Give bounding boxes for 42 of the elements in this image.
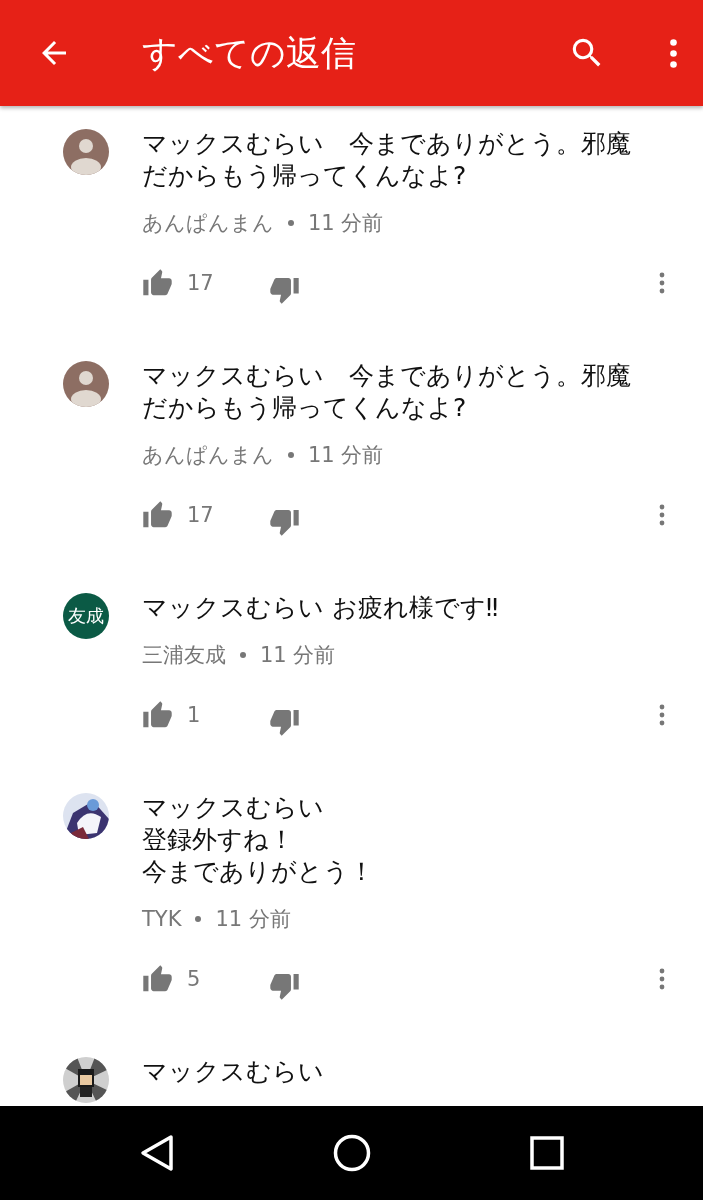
recents-button[interactable] [529,1136,564,1170]
like-count: 17 [187,271,215,295]
author-name[interactable]: あんぱんまん [142,441,274,469]
comment-text: マックスむらい [142,1056,325,1088]
author-name[interactable]: 三浦友成 [142,641,226,669]
comment-menu-button[interactable] [658,503,666,527]
comment-text: 登録外すね！ [142,824,295,856]
timestamp: 11 分前 [215,906,291,933]
more-icon [668,36,679,70]
comment-text: マックスむらい 今までありがとう。邪魔 [142,360,632,392]
app-bar-title: すべての返信 [142,31,357,75]
separator-dot [288,220,294,226]
separator-dot [195,916,202,922]
comment-text: マックスむらい [142,792,325,824]
like-count: 17 [187,503,215,527]
author-name[interactable]: TYK [142,907,182,931]
back-nav-button[interactable] [139,1134,176,1172]
comment-text: だからもう帰ってくんなよ? [142,392,468,424]
comment-text: 今までありがとう！ [142,856,375,888]
comment-text: マックスむらい 今までありがとう。邪魔 [142,128,632,160]
comment-text: だからもう帰ってくんなよ? [142,160,468,192]
comment-text: マックスむらい お疲れ様です‼ [142,592,500,624]
more-icon [658,271,666,295]
comment-menu-button[interactable] [658,271,666,295]
timestamp: 11 分前 [260,642,336,669]
timestamp: 11 分前 [308,210,384,237]
avatar[interactable] [63,361,109,407]
like-count: 5 [187,967,202,991]
home-button[interactable] [333,1134,372,1172]
separator-dot [240,652,246,658]
more-icon [658,503,666,527]
avatar[interactable] [63,129,109,175]
timestamp: 11 分前 [308,442,384,469]
separator-dot [288,452,294,458]
author-name[interactable]: あんぱんまん [142,209,274,237]
more-icon [658,703,666,727]
more-button[interactable] [668,36,679,70]
comment-menu-button[interactable] [658,967,666,991]
avatar[interactable]: 友成 [63,593,109,639]
more-icon [658,967,666,991]
comment-menu-button[interactable] [658,703,666,727]
like-count: 1 [187,703,202,727]
